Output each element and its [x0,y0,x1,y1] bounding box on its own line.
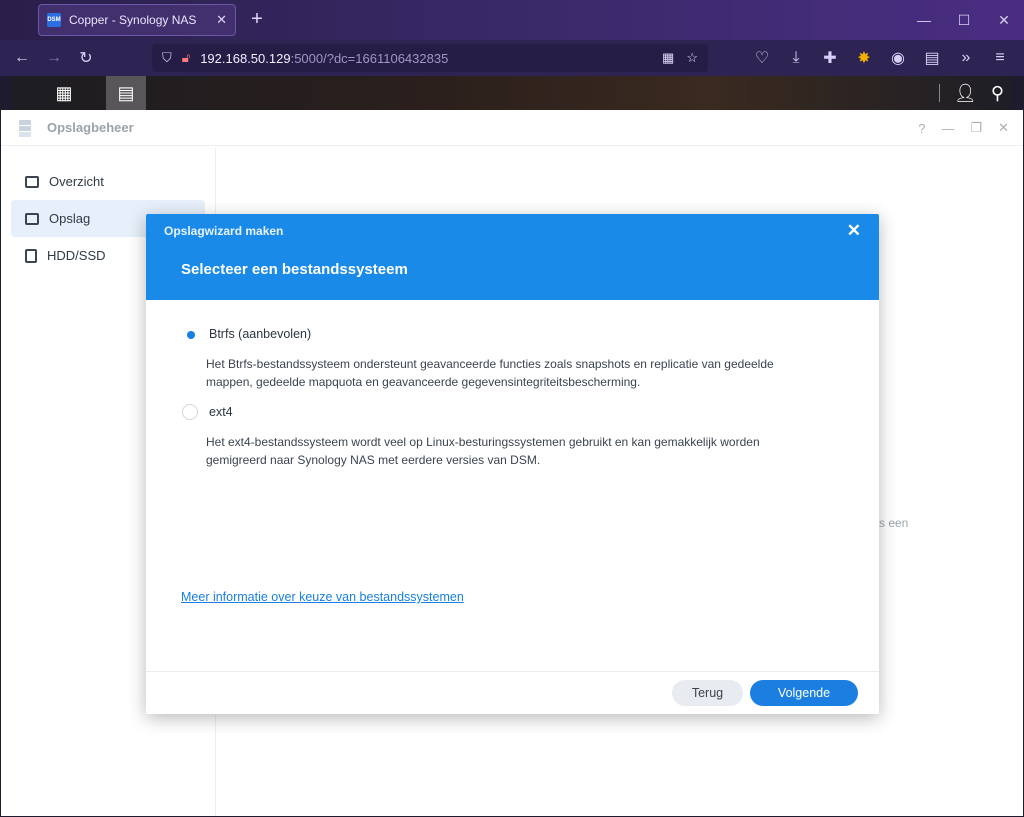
dialog-step-title: Selecteer een bestandssysteem [181,261,408,278]
window-controls: — ☐ ✕ [904,0,1024,40]
bookmark-star-icon[interactable]: ☆ [686,50,698,66]
address-bar[interactable]: ⛉ 🔓︎ 192.168.50.129 :5000/?dc=1661106432… [152,44,708,72]
color-extension-icon[interactable]: ✸ [848,42,880,74]
user-icon[interactable]: 👤︎ [954,83,977,104]
url-host: 192.168.50.129 [200,50,291,66]
sidebar-item-overzicht[interactable]: Overzicht [11,163,205,200]
btrfs-label[interactable]: Btrfs (aanbevolen) [209,327,311,341]
back-button[interactable]: Terug [672,680,743,706]
back-arrow-icon[interactable]: ← [6,42,38,74]
profile-extension-icon[interactable]: ◉ [882,42,914,74]
storage-icon [25,212,39,225]
tab-close-icon[interactable]: ✕ [216,12,227,28]
app-window-controls: ? — ❐ ✕ [918,110,1009,146]
menu-icon[interactable]: ≡ [984,42,1016,74]
ext4-description-line: gemigreerd naar Synology NAS met eerdere… [206,453,541,467]
shield-icon[interactable]: ⛉ [162,50,172,66]
reload-icon[interactable]: ↻ [70,42,102,74]
dsm-taskbar-right: 👤︎ ⚲ [938,76,1004,110]
dialog-header: Opslagwizard maken ✕ Selecteer een besta… [146,214,879,300]
search-icon[interactable]: ⚲ [991,83,1004,104]
extensions-icon[interactable]: ✚ [814,42,846,74]
app-title-bar: Opslagbeheer ? — ❐ ✕ [1,110,1023,146]
btrfs-option[interactable]: Btrfs (aanbevolen) [182,326,311,342]
ext4-radio[interactable] [182,404,198,420]
filesystem-info-link[interactable]: Meer informatie over keuze van bestandss… [181,590,464,604]
browser-tab-bar: DSM Copper - Synology NAS ✕ + — ☐ ✕ [0,0,1024,40]
minimize-window-button[interactable]: — [904,0,944,40]
tab-title: Copper - Synology NAS [69,13,197,27]
sidebar-item-label: HDD/SSD [47,248,106,263]
toolbar-icons: ♡ ⤓ ✚ ✸ ◉ ▤ » ≡ [746,42,1016,74]
background-text: s een [879,516,909,530]
storage-manager-taskbar-icon[interactable]: ▤ [106,76,146,110]
sidebar-item-label: Overzicht [49,174,104,189]
maximize-window-button[interactable]: ☐ [944,0,984,40]
forward-arrow-icon[interactable]: → [38,42,70,74]
taskbar-divider [938,84,940,102]
ext4-option[interactable]: ext4 [182,404,233,420]
btrfs-description-line: Het Btrfs-bestandssysteem ondersteunt ge… [206,357,774,371]
new-tab-button[interactable]: + [246,8,268,30]
ext4-label[interactable]: ext4 [209,405,233,419]
next-button[interactable]: Volgende [750,680,858,706]
dialog-close-icon[interactable]: ✕ [847,221,861,241]
close-icon[interactable]: ✕ [998,120,1009,136]
download-icon[interactable]: ⤓ [780,42,812,74]
btrfs-description-line: mappen, gedeelde mapquota en geavanceerd… [206,375,641,389]
overflow-chevrons-icon[interactable]: » [950,42,982,74]
hdd-icon [25,248,37,263]
app-title: Opslagbeheer [47,120,134,135]
browser-tab[interactable]: DSM Copper - Synology NAS ✕ [38,4,236,36]
dsm-taskbar: ▦ ▤ 👤︎ ⚲ [12,76,1012,110]
dialog-body: Btrfs (aanbevolen) Het Btrfs-bestandssys… [146,300,879,671]
btrfs-radio[interactable] [182,326,198,342]
sidebar-item-label: Opslag [49,211,91,226]
reader-icon[interactable]: ▤ [916,42,948,74]
restore-icon[interactable]: ❐ [970,120,982,136]
close-window-button[interactable]: ✕ [984,0,1024,40]
pocket-icon[interactable]: ♡ [746,42,778,74]
create-storage-wizard-dialog: Opslagwizard maken ✕ Selecteer een besta… [146,214,879,714]
url-path: :5000/?dc=1661106432835 [290,50,449,66]
dialog-wizard-title: Opslagwizard maken [164,224,284,238]
browser-nav-bar: ← → ↻ ⛉ 🔓︎ 192.168.50.129 :5000/?dc=1661… [0,40,1024,76]
main-menu-grid-icon[interactable]: ▦ [44,76,84,110]
help-icon[interactable]: ? [918,121,925,136]
dsm-favicon-icon: DSM [47,13,61,27]
btrfs-description: Het Btrfs-bestandssysteem ondersteunt ge… [206,355,856,391]
ext4-description-line: Het ext4-bestandssysteem wordt veel op L… [206,435,760,449]
storage-manager-app-icon [17,118,37,138]
lock-warning-icon[interactable]: 🔓︎ [182,50,190,66]
ext4-description: Het ext4-bestandssysteem wordt veel op L… [206,433,856,469]
qr-code-icon[interactable]: ▦ [662,50,674,66]
dialog-footer: Terug Volgende [146,671,879,714]
overview-icon [25,175,39,188]
minimize-icon[interactable]: — [941,121,954,136]
